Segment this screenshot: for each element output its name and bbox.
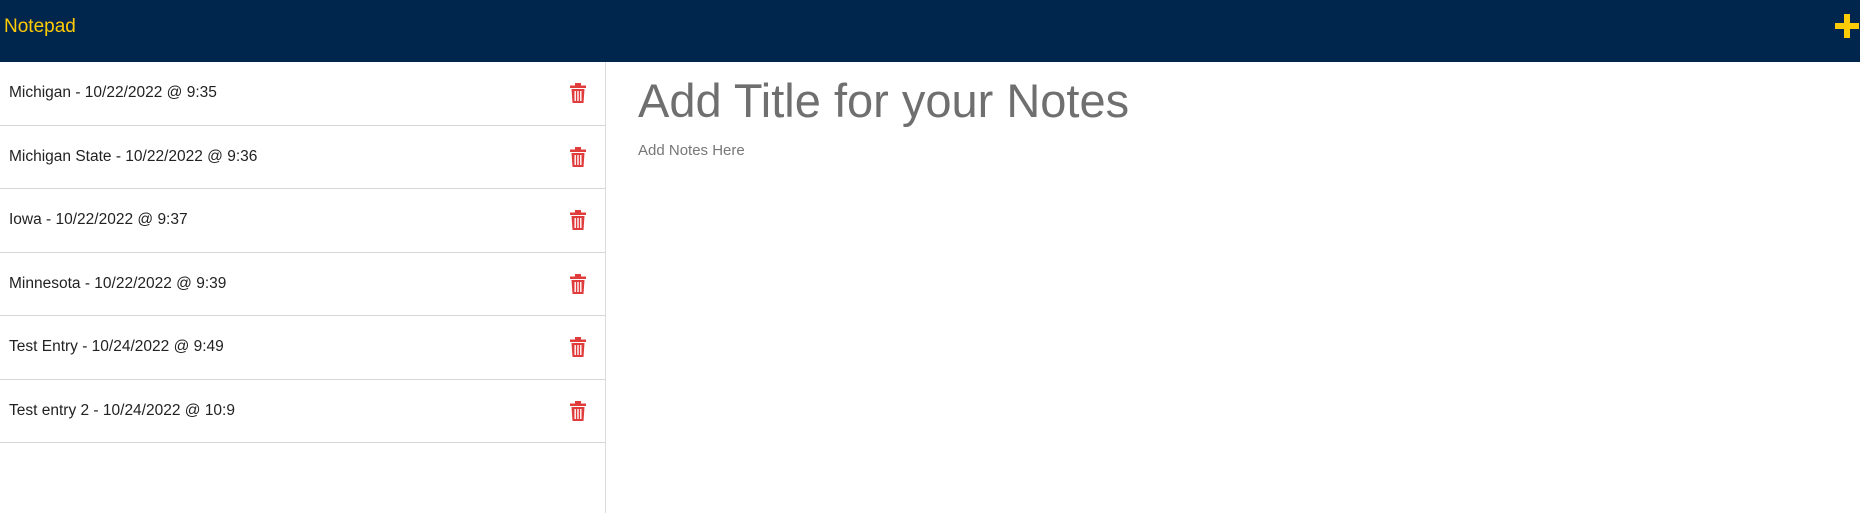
note-title[interactable]: Test entry 2 - 10/24/2022 @ 10:9 (9, 402, 235, 420)
trash-icon (570, 210, 586, 231)
note-title[interactable]: Test Entry - 10/24/2022 @ 9:49 (9, 338, 224, 356)
add-note-button[interactable] (1834, 13, 1860, 39)
note-title[interactable]: Iowa - 10/22/2022 @ 9:37 (9, 211, 188, 229)
list-item[interactable]: Minnesota - 10/22/2022 @ 9:39 (0, 253, 605, 316)
trash-icon (570, 400, 586, 421)
plus-icon (1834, 13, 1860, 39)
note-list: Michigan - 10/22/2022 @ 9:35 Michigan St… (0, 62, 605, 443)
delete-note-button[interactable] (570, 83, 586, 104)
note-editor (606, 62, 1860, 513)
trash-icon (570, 273, 586, 294)
trash-icon (570, 337, 586, 358)
delete-note-button[interactable] (570, 146, 586, 167)
list-item[interactable]: Test Entry - 10/24/2022 @ 9:49 (0, 316, 605, 380)
app-brand[interactable]: Notepad (4, 15, 76, 39)
list-item[interactable]: Michigan - 10/22/2022 @ 9:35 (0, 62, 605, 126)
list-item[interactable]: Test entry 2 - 10/24/2022 @ 10:9 (0, 380, 605, 443)
note-title-input[interactable] (638, 70, 1818, 130)
delete-note-button[interactable] (570, 210, 586, 231)
note-title[interactable]: Michigan - 10/22/2022 @ 9:35 (9, 84, 217, 102)
delete-note-button[interactable] (570, 273, 586, 294)
list-item[interactable]: Michigan State - 10/22/2022 @ 9:36 (0, 126, 605, 189)
note-title[interactable]: Michigan State - 10/22/2022 @ 9:36 (9, 148, 257, 166)
delete-note-button[interactable] (570, 400, 586, 421)
delete-note-button[interactable] (570, 337, 586, 358)
note-title[interactable]: Minnesota - 10/22/2022 @ 9:39 (9, 275, 226, 293)
trash-icon (570, 83, 586, 104)
navbar: Notepad (0, 0, 1860, 62)
notes-sidebar: Michigan - 10/22/2022 @ 9:35 Michigan St… (0, 62, 606, 513)
trash-icon (570, 146, 586, 167)
list-item[interactable]: Iowa - 10/22/2022 @ 9:37 (0, 189, 605, 253)
note-body-textarea[interactable] (638, 142, 1818, 482)
